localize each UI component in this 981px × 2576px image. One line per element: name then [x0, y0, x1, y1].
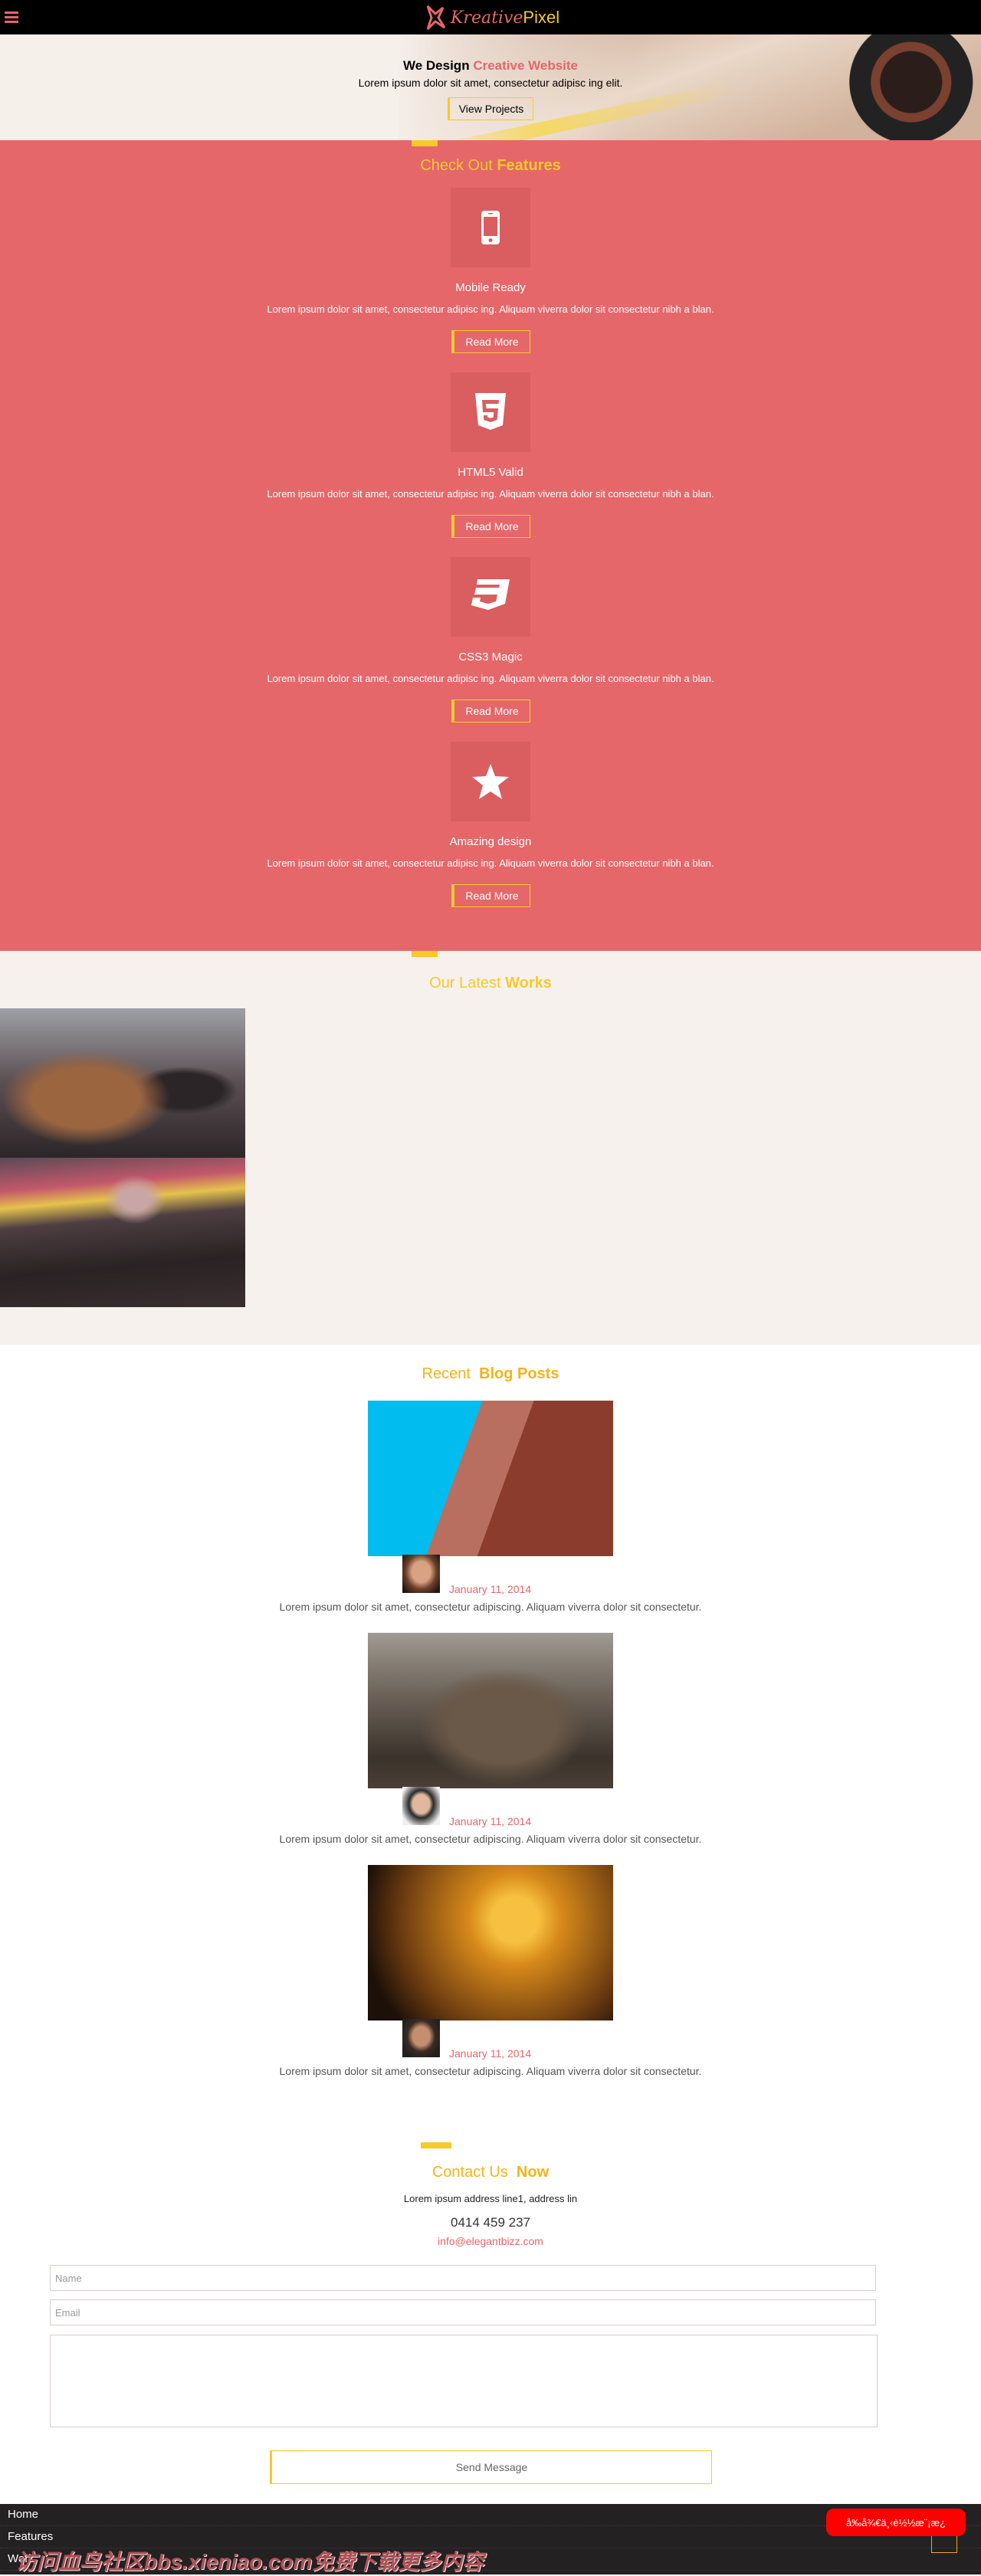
html5-icon	[451, 372, 530, 452]
title-bold: Now	[516, 2164, 550, 2181]
contact-title: Contact Us Now	[0, 2164, 981, 2181]
logo[interactable]: Kreative Pixel	[425, 3, 559, 32]
read-more-button[interactable]: Read More	[451, 330, 530, 353]
feature-description: Lorem ipsum dolor sit amet, consectetur …	[267, 303, 714, 315]
feature-title: Mobile Ready	[455, 281, 526, 294]
mobile-phone-icon	[451, 188, 530, 267]
blog-section: Recent Blog Posts January 11, 2014 Lorem…	[0, 1345, 981, 2103]
contact-address: Lorem ipsum address line1, address lin	[403, 2193, 578, 2204]
logo-icon	[426, 5, 446, 31]
star-icon	[451, 742, 530, 821]
send-message-button[interactable]: Send Message	[270, 2450, 712, 2484]
post-date: January 11, 2014	[449, 2047, 532, 2060]
css3-icon	[451, 557, 530, 637]
title-bold: Works	[505, 975, 552, 991]
watermark-text: 访问血鸟社区bbs.xieniao.com免费下载更多内容	[15, 2550, 484, 2574]
feature-title: CSS3 Magic	[458, 651, 523, 664]
contact-section: Contact Us Now Lorem ipsum address line1…	[0, 2103, 981, 2504]
scroll-top-button[interactable]	[931, 2536, 957, 2553]
name-input[interactable]	[50, 2265, 876, 2291]
post-excerpt: Lorem ipsum dolor sit amet, consectetur …	[279, 2065, 702, 2077]
title-plain: Check Out	[420, 157, 493, 174]
post-date: January 11, 2014	[449, 1815, 532, 1827]
section-accent-bar	[421, 2142, 451, 2148]
feature-description: Lorem ipsum dolor sit amet, consectetur …	[267, 857, 714, 869]
work-image-mountain[interactable]	[0, 1158, 245, 1307]
hero-subtitle: Lorem ipsum dolor sit amet, consectetur …	[358, 77, 623, 89]
post-date: January 11, 2014	[449, 1583, 532, 1595]
blog-post-image[interactable]	[368, 1401, 613, 1556]
blog-post-image[interactable]	[368, 1865, 613, 2020]
feature-item: HTML5 Valid Lorem ipsum dolor sit amet, …	[0, 372, 981, 557]
view-projects-button[interactable]: View Projects	[448, 97, 533, 120]
author-avatar	[402, 2019, 440, 2057]
title-plain: Recent	[422, 1365, 471, 1382]
blog-post: January 11, 2014 Lorem ipsum dolor sit a…	[0, 1401, 981, 1633]
feature-title: Amazing design	[449, 835, 532, 848]
blog-post: January 11, 2014 Lorem ipsum dolor sit a…	[0, 1633, 981, 1865]
hero-title: We Design Creative Website	[0, 58, 981, 74]
title-bold: Blog Posts	[479, 1365, 559, 1382]
feature-description: Lorem ipsum dolor sit amet, consectetur …	[267, 673, 714, 684]
message-textarea[interactable]	[50, 2335, 878, 2427]
section-accent-bar	[412, 951, 438, 957]
logo-text-kreative: Kreative	[451, 8, 523, 28]
title-plain: Contact Us	[431, 2164, 508, 2181]
features-section: Check Out Features Mobile Ready Lorem ip…	[0, 140, 981, 951]
post-excerpt: Lorem ipsum dolor sit amet, consectetur …	[279, 1833, 702, 1845]
blog-title: Recent Blog Posts	[0, 1365, 981, 1383]
section-accent-bar	[412, 140, 438, 146]
contact-phone: 0414 459 237	[451, 2215, 530, 2230]
footer-menu: Home Features Work å‰å¾€ä¸‹è½½æ¨¡æ¿ 访问血鸟…	[0, 2504, 981, 2574]
blog-post-image[interactable]	[368, 1633, 613, 1788]
navbar: Kreative Pixel	[0, 0, 981, 34]
read-more-button[interactable]: Read More	[451, 884, 530, 907]
read-more-button[interactable]: Read More	[451, 515, 530, 538]
post-excerpt: Lorem ipsum dolor sit amet, consectetur …	[279, 1601, 702, 1613]
hero-title-accent: Creative Website	[473, 58, 579, 73]
hero-title-plain: We Design	[402, 58, 470, 73]
feature-item: Amazing design Lorem ipsum dolor sit ame…	[0, 742, 981, 926]
author-avatar	[402, 1555, 440, 1593]
download-template-badge[interactable]: å‰å¾€ä¸‹è½½æ¨¡æ¿	[826, 2509, 966, 2536]
author-avatar	[402, 1787, 440, 1825]
works-section: Our Latest Works	[0, 951, 981, 1345]
feature-item: CSS3 Magic Lorem ipsum dolor sit amet, c…	[0, 557, 981, 742]
title-plain: Our Latest	[429, 975, 501, 991]
email-input[interactable]	[50, 2299, 876, 2325]
contact-email-link[interactable]: info@elegantbizz.com	[0, 2235, 981, 2247]
features-title: Check Out Features	[0, 157, 981, 175]
work-image-dog-child[interactable]	[0, 1008, 245, 1158]
read-more-button[interactable]: Read More	[451, 700, 530, 723]
hamburger-icon[interactable]	[5, 11, 18, 25]
logo-text-pixel: Pixel	[523, 8, 560, 27]
title-bold: Features	[497, 157, 561, 174]
feature-item: Mobile Ready Lorem ipsum dolor sit amet,…	[0, 188, 981, 372]
blog-post: January 11, 2014 Lorem ipsum dolor sit a…	[0, 1865, 981, 2097]
works-title: Our Latest Works	[0, 975, 981, 992]
feature-description: Lorem ipsum dolor sit amet, consectetur …	[267, 488, 714, 500]
feature-title: HTML5 Valid	[458, 466, 523, 479]
